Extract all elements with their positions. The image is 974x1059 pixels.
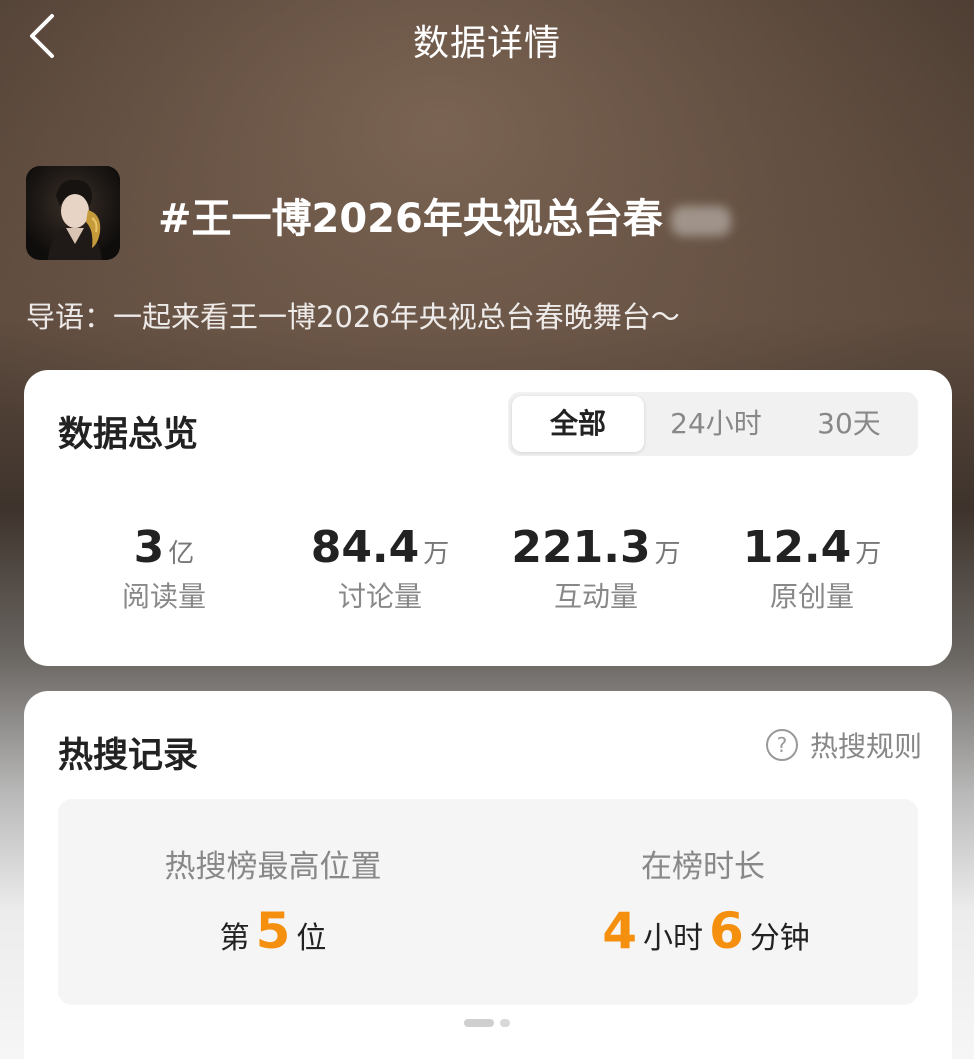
hot-search-heading: 热搜记录 — [58, 736, 199, 776]
stat-value: 3 — [133, 522, 165, 573]
blurred-text-mask — [670, 206, 731, 236]
duration-label: 在榜时长 — [641, 849, 765, 885]
peak-suffix: 位 — [296, 921, 327, 956]
peak-prefix: 第 — [219, 921, 250, 956]
stat-interactions: 221.3 万 互动量 — [480, 522, 712, 615]
page-dot — [500, 1019, 510, 1027]
duration-hours-unit: 小时 — [643, 921, 703, 956]
stat-value: 221.3 — [511, 522, 651, 573]
stat-value: 84.4 — [310, 522, 420, 573]
stat-value: 12.4 — [742, 522, 852, 573]
question-circle-icon: ? — [765, 729, 798, 761]
stat-label: 互动量 — [553, 580, 638, 613]
topic-title: #王一博2026年央视总台春 — [158, 186, 731, 244]
hot-search-rules-link[interactable]: ? 热搜规则 — [765, 725, 922, 765]
peak-position: 热搜榜最高位置 第5位 — [58, 841, 488, 960]
stat-reads: 3亿 阅读量 — [48, 522, 280, 615]
on-list-duration: 在榜时长 4 小时 6 分钟 — [488, 841, 918, 960]
stat-discussions: 84.4 万 讨论量 — [264, 522, 496, 615]
hot-search-stats: 热搜榜最高位置 第5位 在榜时长 4 小时 6 分钟 — [58, 799, 918, 1005]
stat-label: 讨论量 — [337, 580, 422, 613]
stat-originals: 12.4 万 原创量 — [696, 522, 928, 615]
stat-label: 阅读量 — [121, 580, 206, 613]
duration-hours: 4 — [602, 902, 637, 960]
duration-minutes-unit: 分钟 — [749, 921, 810, 956]
hot-search-card: 热搜记录 ? 热搜规则 热搜榜最高位置 第5位 在榜时长 4 小时 6 分钟 — [24, 691, 952, 1059]
overview-heading: 数据总览 — [58, 415, 199, 455]
peak-value: 5 — [255, 902, 291, 960]
stat-unit: 万 — [423, 539, 450, 569]
topic-title-text: #王一博2026年央视总台春 — [158, 196, 663, 242]
duration-minutes: 6 — [709, 902, 744, 960]
tab-all[interactable]: 全部 — [512, 396, 644, 452]
stat-unit: 亿 — [168, 539, 195, 569]
overview-card: 数据总览 全部 24小时 30天 3亿 阅读量 84.4 万 讨论量 221.3 万… — [24, 370, 952, 666]
stat-unit: 万 — [654, 539, 681, 569]
time-range-tabs: 全部 24小时 30天 — [508, 392, 918, 456]
page-indicator — [464, 1019, 510, 1027]
stat-label: 原创量 — [769, 580, 854, 613]
page-title: 数据详情 — [412, 23, 561, 64]
stat-unit: 万 — [855, 539, 882, 569]
topic-avatar-image — [26, 166, 120, 260]
peak-position-label: 热搜榜最高位置 — [164, 849, 382, 885]
tab-24-hours[interactable]: 24小时 — [648, 396, 784, 452]
page-dot-active — [464, 1019, 494, 1027]
topic-intro: 导语：一起来看王一博2026年央视总台春晚舞台～ — [26, 300, 680, 334]
tab-30-days[interactable]: 30天 — [784, 396, 914, 452]
hot-search-rules-label: 热搜规则 — [809, 730, 922, 763]
